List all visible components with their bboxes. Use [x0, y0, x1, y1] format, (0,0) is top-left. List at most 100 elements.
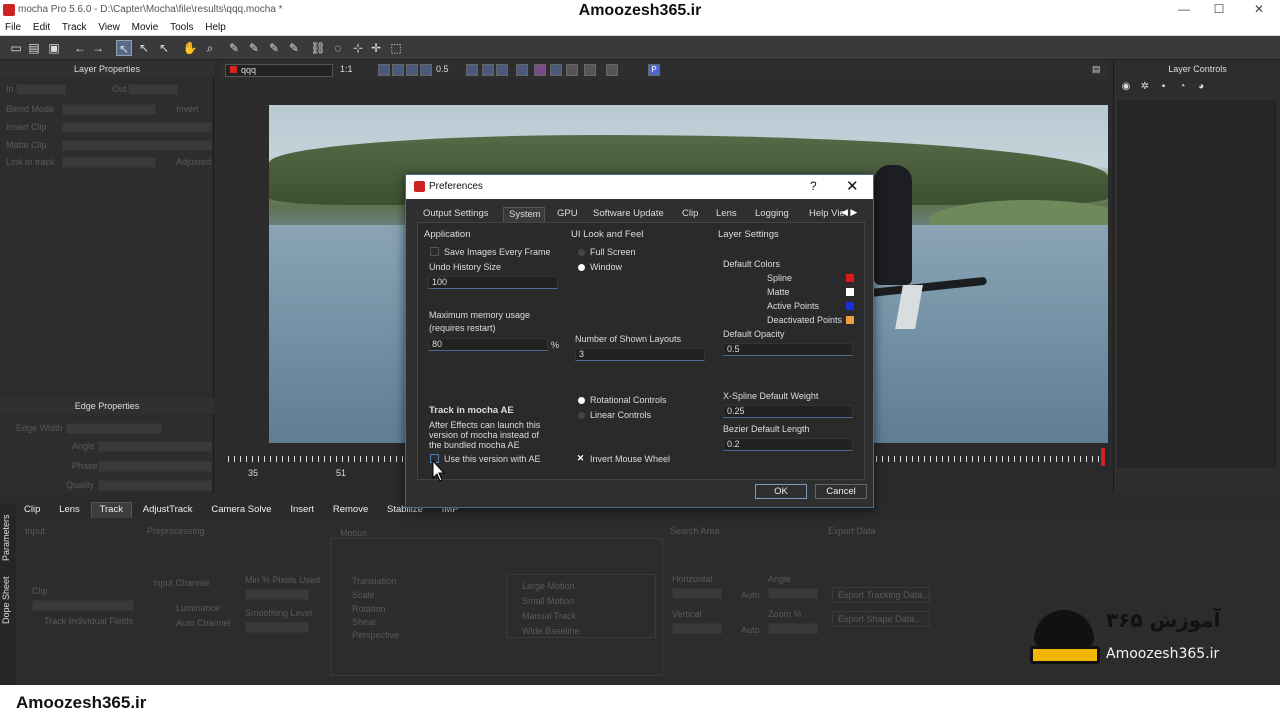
planar-icon[interactable] [496, 64, 508, 76]
open-project-icon[interactable]: ▤ [26, 40, 42, 56]
surface-tool-icon[interactable]: ⬚ [388, 40, 404, 56]
tab-camera-solve[interactable]: Camera Solve [203, 503, 279, 519]
menu-edit[interactable]: Edit [28, 20, 54, 33]
layer-list[interactable] [1116, 99, 1278, 469]
insert-clip-select[interactable] [62, 122, 212, 133]
active-points-swatch[interactable] [846, 302, 854, 310]
add-bezier-icon[interactable]: ✎ [286, 40, 302, 56]
p-button[interactable]: P [648, 64, 660, 76]
xspline-weight-input[interactable]: 0.25 [723, 405, 853, 418]
angle-field[interactable] [98, 441, 212, 452]
max-memory-input[interactable]: 80 [428, 338, 548, 351]
tab-track[interactable]: Track [90, 502, 132, 518]
close-icon[interactable]: ✕ [846, 177, 859, 195]
matte-color-swatch[interactable] [846, 288, 854, 296]
menu-track[interactable]: Track [57, 20, 91, 33]
create-bezier-icon[interactable]: ✎ [266, 40, 282, 56]
maximize-icon[interactable]: ☐ [1209, 2, 1229, 16]
mesh-icon[interactable] [534, 64, 546, 76]
color-wheel-icon[interactable]: ◔ [1174, 81, 1190, 95]
lock-icon[interactable]: ▪ [1156, 81, 1172, 95]
menu-view[interactable]: View [93, 20, 124, 33]
crosshair-icon[interactable]: ✛ [368, 40, 384, 56]
invert-mouse-checkbox[interactable]: ✕ [576, 454, 585, 463]
zoom-select[interactable]: 1:1 [340, 64, 353, 74]
undo-history-input[interactable]: 100 [428, 276, 558, 289]
overlay-icon[interactable] [482, 64, 494, 76]
layer-select[interactable]: qqq [225, 64, 333, 77]
matte-clip-select[interactable] [62, 140, 212, 151]
tab-gpu[interactable]: GPU [557, 207, 583, 222]
minimize-icon[interactable]: — [1174, 2, 1194, 16]
vertical-field[interactable] [672, 623, 722, 634]
horizontal-field[interactable] [672, 588, 722, 599]
in-field[interactable] [16, 84, 66, 95]
trace-icon[interactable] [550, 64, 562, 76]
tab-lens[interactable]: Lens [51, 503, 88, 519]
phase-field[interactable] [98, 461, 212, 472]
help-icon[interactable]: ? [810, 179, 817, 193]
tab-remove[interactable]: Remove [325, 503, 376, 519]
tab-lens-pref[interactable]: Lens [716, 207, 746, 222]
grid-icon[interactable] [466, 64, 478, 76]
tab-output-settings[interactable]: Output Settings [417, 207, 503, 222]
select-tool-icon[interactable]: ↖ [116, 40, 132, 56]
menu-file[interactable]: File [0, 20, 25, 33]
zoom-tool-icon[interactable]: ⌕ [202, 40, 218, 56]
tab-clip[interactable]: Clip [16, 503, 48, 519]
create-xspline-icon[interactable]: ✎ [226, 40, 242, 56]
stabilize-view-icon[interactable] [516, 64, 528, 76]
select-points-icon[interactable]: ↖ [136, 40, 152, 56]
brightness-icon[interactable] [584, 64, 596, 76]
rotational-controls-radio[interactable] [578, 397, 585, 404]
show-layer-icon[interactable] [378, 64, 390, 76]
search-angle-field[interactable] [768, 588, 818, 599]
alpha-icon[interactable] [392, 64, 404, 76]
rect-tool-icon[interactable]: ◌ [330, 40, 346, 56]
full-screen-radio[interactable] [578, 249, 585, 256]
linear-controls-radio[interactable] [578, 412, 585, 419]
palette-icon[interactable]: ◕ [1193, 81, 1209, 95]
shown-layouts-input[interactable]: 3 [575, 348, 705, 361]
zoom-field[interactable] [768, 623, 818, 634]
min-pixels-field[interactable] [245, 589, 309, 600]
redo-icon[interactable]: → [90, 40, 106, 56]
tab-system[interactable]: System [503, 207, 545, 222]
tab-scroll-arrows[interactable]: ◀ ▶ [841, 207, 865, 222]
ok-button[interactable]: OK [755, 484, 807, 499]
add-point-icon[interactable]: ⊹ [350, 40, 366, 56]
out-field[interactable] [128, 84, 178, 95]
link-tool-icon[interactable]: ⛓ [310, 40, 326, 56]
save-images-checkbox[interactable] [430, 247, 439, 256]
select-layer-icon[interactable]: ↖ [156, 40, 172, 56]
matte-view-icon[interactable] [420, 64, 432, 76]
link-to-track-select[interactable] [62, 157, 156, 168]
new-project-icon[interactable]: ▭ [8, 40, 24, 56]
sparkle-icon[interactable] [606, 64, 618, 76]
clip-select[interactable] [32, 600, 134, 611]
tab-dope-sheet[interactable]: Dope Sheet [1, 573, 15, 627]
tab-adjusttrack[interactable]: AdjustTrack [135, 503, 201, 519]
menu-tools[interactable]: Tools [165, 20, 197, 33]
tab-help-view[interactable]: Help Vie [809, 207, 845, 222]
close-window-icon[interactable]: ✕ [1249, 2, 1269, 16]
smoothing-field[interactable] [245, 622, 309, 633]
undo-icon[interactable]: ← [72, 40, 88, 56]
tab-logging[interactable]: Logging [755, 207, 797, 222]
hand-view-icon[interactable] [566, 64, 578, 76]
window-radio[interactable] [578, 264, 585, 271]
menu-movie[interactable]: Movie [127, 20, 163, 33]
spline-color-swatch[interactable] [846, 274, 854, 282]
menu-help[interactable]: Help [200, 20, 230, 33]
cancel-button[interactable]: Cancel [815, 484, 867, 499]
add-xspline-icon[interactable]: ✎ [246, 40, 262, 56]
default-opacity-input[interactable]: 0.5 [723, 343, 853, 356]
deactivated-points-swatch[interactable] [846, 316, 854, 324]
save-project-icon[interactable]: ▣ [46, 40, 62, 56]
tab-software-update[interactable]: Software Update [593, 207, 679, 222]
edge-width-field[interactable] [66, 423, 162, 434]
tab-parameters[interactable]: Parameters [1, 511, 15, 565]
bezier-length-input[interactable]: 0.2 [723, 438, 853, 451]
blend-mode-select[interactable] [62, 104, 156, 115]
pan-tool-icon[interactable]: ✋ [182, 40, 198, 56]
